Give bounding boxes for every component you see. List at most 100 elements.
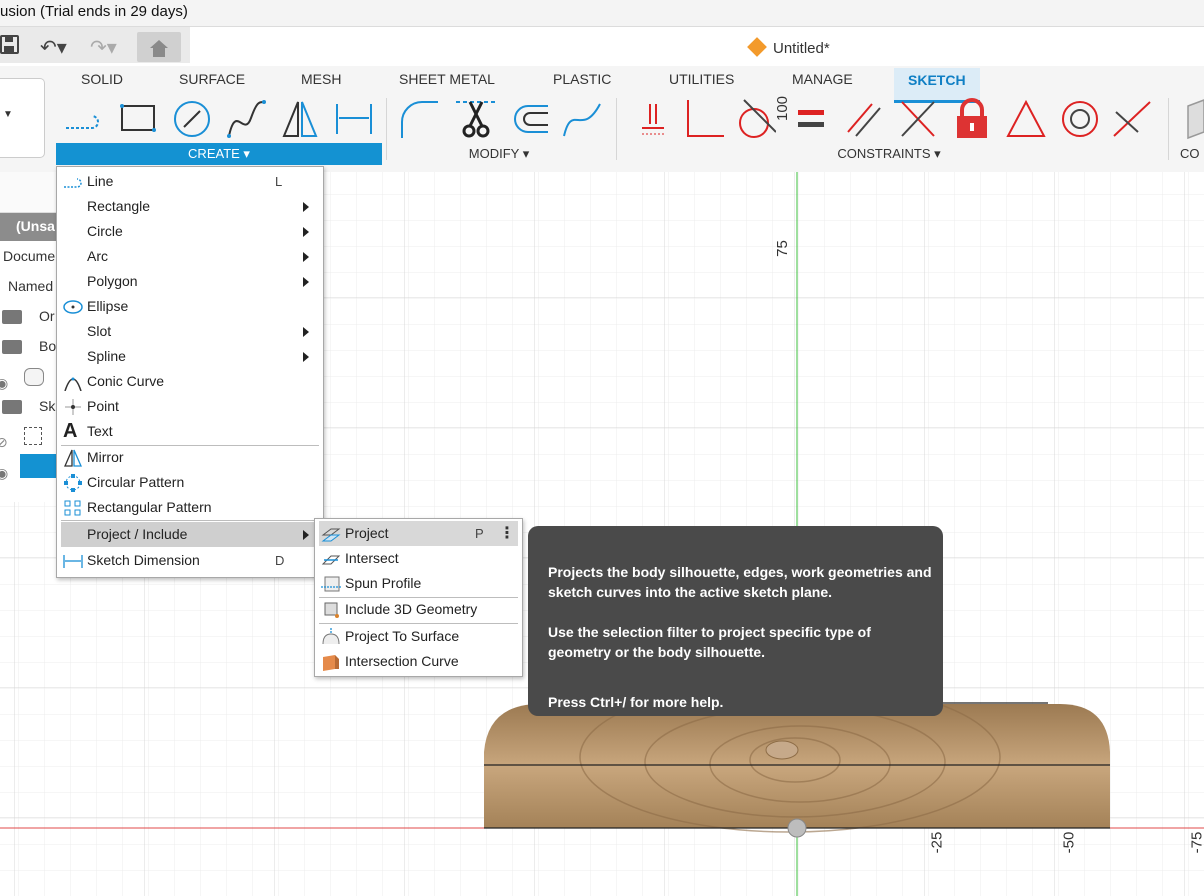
axis-label-75: 75	[773, 240, 791, 257]
more-options-icon[interactable]: ⋮	[499, 521, 515, 546]
browser-sketch-row[interactable]: ⊘	[0, 422, 56, 450]
modify-group-button[interactable]: MODIFY ▾	[440, 143, 558, 165]
project-to-surface-icon	[322, 628, 340, 645]
text-icon: A	[63, 420, 78, 442]
menu-item-line[interactable]: Line L	[57, 169, 323, 194]
submenu-arrow-icon	[303, 252, 309, 262]
concentric-constraint-icon[interactable]	[1060, 98, 1100, 140]
menu-item-point[interactable]: Point	[57, 394, 323, 419]
submenu-item-intersect[interactable]: Intersect	[315, 546, 522, 571]
mirror-tool-icon[interactable]	[280, 98, 320, 140]
menu-item-conic-curve[interactable]: Conic Curve	[57, 369, 323, 394]
submenu-item-project-to-surface[interactable]: Project To Surface	[315, 624, 522, 649]
submenu-item-project[interactable]: Project P ⋮	[319, 521, 518, 546]
menu-item-sketch-dimension[interactable]: Sketch Dimension D	[57, 548, 323, 573]
menu-item-rectangular-pattern[interactable]: Rectangular Pattern	[57, 495, 323, 520]
workspace-switcher[interactable]: ▼	[0, 78, 45, 158]
tooltip-description: Projects the body silhouette, edges, wor…	[548, 564, 932, 600]
menu-item-project-include[interactable]: Project / Include	[61, 522, 319, 547]
submenu-arrow-icon	[303, 352, 309, 362]
submenu-arrow-icon	[303, 277, 309, 287]
menu-item-spline[interactable]: Spline	[57, 344, 323, 369]
redo-icon[interactable]: ↷▾	[90, 35, 117, 60]
include-3d-geometry-icon	[324, 602, 339, 618]
spun-profile-icon	[321, 576, 341, 592]
sketch-icon	[24, 427, 42, 445]
document-cube-icon	[747, 37, 767, 57]
project-tooltip: Projects the body silhouette, edges, wor…	[528, 526, 943, 716]
submenu-item-intersection-curve[interactable]: Intersection Curve	[315, 649, 522, 674]
fillet-tool-icon[interactable]	[398, 98, 438, 140]
ribbon-separator	[616, 98, 617, 160]
browser-sketches[interactable]: Sk	[0, 392, 56, 420]
circle-tool-icon[interactable]	[172, 98, 212, 140]
collinear-constraint-icon[interactable]	[1112, 98, 1152, 140]
tab-mesh[interactable]: MESH	[301, 71, 341, 87]
trim-tool-icon[interactable]	[456, 98, 496, 140]
triangle-constraint-icon[interactable]	[1006, 98, 1046, 140]
browser-bodies[interactable]: Bo	[0, 332, 56, 360]
parallel-constraint-icon[interactable]	[844, 98, 884, 140]
rectangle-tool-icon[interactable]	[118, 98, 158, 140]
tangent-constraint-icon[interactable]	[736, 98, 776, 140]
menu-item-rectangle[interactable]: Rectangle	[57, 194, 323, 219]
menu-item-polygon[interactable]: Polygon	[57, 269, 323, 294]
spline-tool-icon[interactable]	[226, 98, 266, 140]
menu-item-ellipse[interactable]: Ellipse	[57, 294, 323, 319]
constraints-group-button[interactable]: CONSTRAINTS ▾	[820, 143, 958, 165]
tab-plastic[interactable]: PLASTIC	[553, 71, 611, 87]
fix-constraint-icon[interactable]	[952, 98, 992, 140]
ribbon-separator	[1168, 98, 1169, 160]
browser-document-settings[interactable]: Docume	[0, 242, 56, 270]
dimension-icon	[63, 555, 83, 568]
tab-sheet-metal[interactable]: SHEET METAL	[399, 71, 495, 87]
coincident-constraint-icon[interactable]	[634, 98, 674, 140]
axis-label-neg75: -75	[1188, 831, 1204, 854]
browser-root[interactable]: (Unsa	[0, 213, 56, 241]
document-tab-label: Untitled*	[773, 40, 830, 57]
menu-item-circle[interactable]: Circle	[57, 219, 323, 244]
line-icon	[64, 178, 82, 188]
menu-item-slot[interactable]: Slot	[57, 319, 323, 344]
quick-access-bar: ↶▾ ↷▾	[0, 27, 190, 63]
origin-point-icon[interactable]	[787, 818, 807, 838]
sketch-scale-icon[interactable]	[562, 98, 602, 140]
home-button[interactable]	[137, 32, 181, 62]
submenu-item-spun-profile[interactable]: Spun Profile	[315, 571, 522, 596]
dimension-tool-icon[interactable]	[334, 98, 374, 140]
create-group-button[interactable]: CREATE ▾	[56, 143, 382, 165]
offset-tool-icon[interactable]	[508, 98, 548, 140]
save-icon[interactable]	[0, 35, 20, 55]
create-menu: Line L Rectangle Circle Arc Polygon Elli…	[56, 166, 324, 578]
home-icon	[150, 40, 168, 57]
document-tab[interactable]: Untitled*	[747, 37, 830, 57]
menu-item-text[interactable]: A Text	[57, 419, 323, 444]
perpendicular-constraint-icon[interactable]	[684, 98, 724, 140]
submenu-arrow-icon	[303, 227, 309, 237]
tab-manage[interactable]: MANAGE	[792, 71, 853, 87]
finish-sketch-icon[interactable]	[1180, 98, 1204, 140]
browser-panel: (Unsa Docume Named Or Bo ◉ Sk ⊘ ◉	[0, 172, 56, 502]
submenu-item-include-3d-geometry[interactable]: Include 3D Geometry	[315, 597, 522, 622]
title-bar: usion (Trial ends in 29 days)	[0, 0, 1204, 27]
tab-surface[interactable]: SURFACE	[179, 71, 245, 87]
tab-utilities[interactable]: UTILITIES	[669, 71, 734, 87]
folder-icon	[2, 400, 22, 414]
browser-active-sketch-row[interactable]: ◉	[0, 452, 56, 480]
line-tool-icon[interactable]	[62, 98, 102, 140]
menu-item-mirror[interactable]: Mirror	[57, 445, 323, 470]
intersection-curve-icon	[323, 655, 339, 671]
project-icon	[321, 528, 341, 542]
co-group-button[interactable]: CO	[1180, 143, 1204, 165]
equal-constraint-icon[interactable]	[792, 98, 832, 140]
browser-origin[interactable]: Or	[0, 302, 56, 330]
midpoint-constraint-icon[interactable]	[898, 98, 938, 140]
browser-body-row[interactable]: ◉	[0, 362, 56, 390]
undo-icon[interactable]: ↶▾	[40, 35, 67, 60]
browser-named-views[interactable]: Named	[0, 272, 56, 300]
tab-solid[interactable]: SOLID	[81, 71, 123, 87]
body-icon	[24, 368, 44, 386]
submenu-arrow-icon	[303, 202, 309, 212]
menu-item-circular-pattern[interactable]: Circular Pattern	[57, 470, 323, 495]
menu-item-arc[interactable]: Arc	[57, 244, 323, 269]
